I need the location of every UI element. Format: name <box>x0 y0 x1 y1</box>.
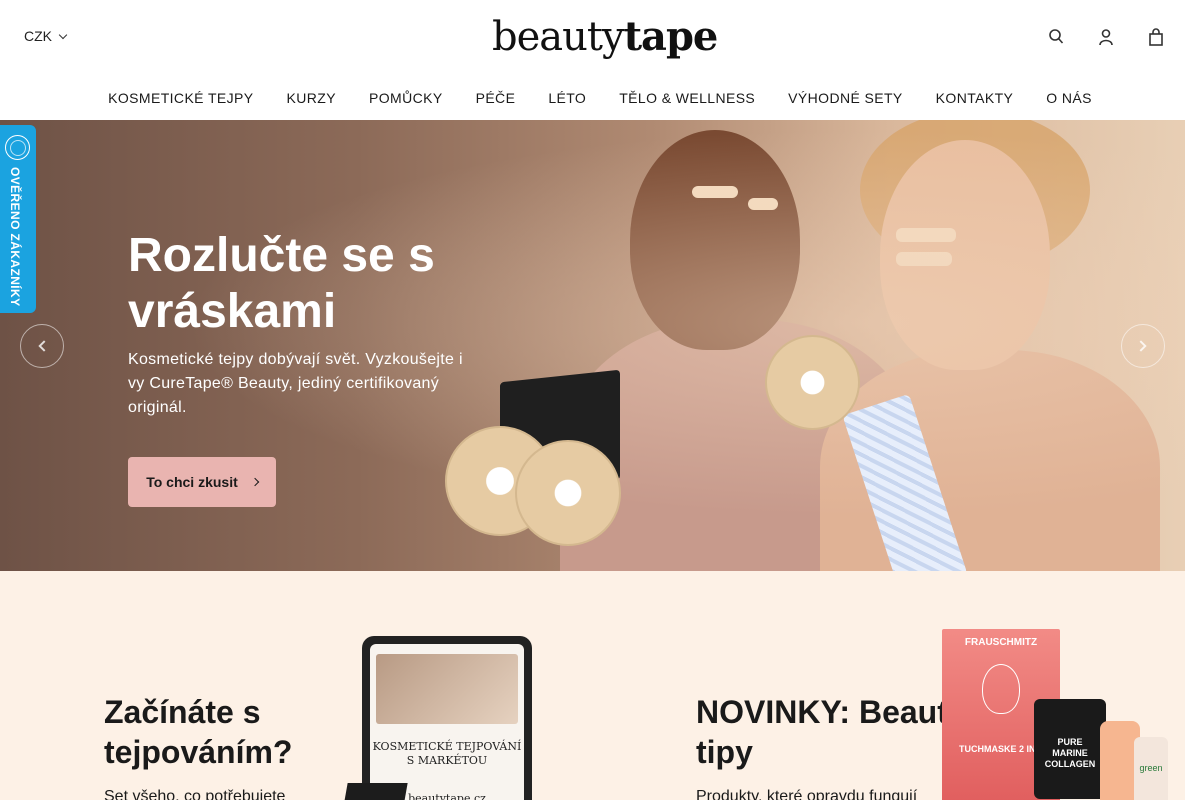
nav-item-pomucky[interactable]: POMŮCKY <box>352 90 459 106</box>
hero-title: Rozlučte se s vráskami <box>128 229 435 338</box>
hero-subtitle: Kosmetické tejpy dobývají svět. Vyzkouše… <box>128 351 463 416</box>
hero-cta-button[interactable]: To chci zkusit <box>128 457 276 507</box>
nav-item-kurzy[interactable]: KURZY <box>270 90 352 106</box>
nav-item-telo-wellness[interactable]: TĚLO & WELLNESS <box>603 90 772 106</box>
course-tablet-image[interactable]: KOSMETICKÉ TEJPOVÁNÍ S MARKÉTOU beautyta… <box>362 636 532 800</box>
nav-item-pece[interactable]: PÉČE <box>459 90 532 106</box>
site-header: CZK beautytape <box>0 0 1200 75</box>
promo-card-text: Produkty, které opravdu fungují <box>696 788 918 800</box>
chevron-right-icon <box>250 477 260 487</box>
logo-light: beauty <box>492 14 625 60</box>
promo-section: Začínáte s tejpováním? Set všeho, co pot… <box>0 571 1185 800</box>
collagen-jar-image[interactable]: PURE MARINE COLLAGEN <box>1034 699 1106 799</box>
site-logo[interactable]: beautytape <box>492 11 719 63</box>
chevron-down-icon <box>58 30 68 39</box>
mask-face-icon <box>982 664 1020 714</box>
hero-banner: Rozlučte se s vráskami Kosmetické tejpy … <box>0 120 1185 571</box>
hero-image-tape-roll <box>515 440 621 546</box>
bottle-label: green <box>1139 763 1163 773</box>
course-kit-image <box>342 783 408 800</box>
verified-badge-label: OVĚŘENO ZÁKAZNÍKY <box>8 167 22 307</box>
slider-next-button[interactable] <box>1121 324 1165 368</box>
nav-item-leto[interactable]: LÉTO <box>532 90 603 106</box>
chevron-right-icon <box>1135 340 1147 352</box>
mask-brand-label: FRAUSCHMITZ <box>964 637 1038 648</box>
nav-item-kontakty[interactable]: KONTAKTY <box>919 90 1030 106</box>
currency-label: CZK <box>24 28 52 44</box>
slider-prev-button[interactable] <box>20 324 64 368</box>
cart-icon[interactable] <box>1148 26 1164 48</box>
nav-item-kosmeticke-tejpy[interactable]: KOSMETICKÉ TEJPY <box>92 90 270 106</box>
jar-label: PURE MARINE COLLAGEN <box>1044 737 1096 769</box>
promo-card-title[interactable]: Začínáte s tejpováním? <box>104 692 344 772</box>
nav-item-o-nas[interactable]: O NÁS <box>1030 90 1109 106</box>
logo-bold: tape <box>623 13 719 60</box>
main-nav: KOSMETICKÉ TEJPY KURZY POMŮCKY PÉČE LÉTO… <box>0 75 1200 120</box>
verified-seal-icon <box>5 135 30 160</box>
chevron-left-icon <box>38 340 50 352</box>
header-icons <box>1048 26 1164 48</box>
hero-cta-label: To chci zkusit <box>146 474 238 490</box>
currency-selector[interactable]: CZK <box>24 28 68 44</box>
nav-item-vyhodne-sety[interactable]: VÝHODNÉ SETY <box>772 90 920 106</box>
tablet-screen: KOSMETICKÉ TEJPOVÁNÍ S MARKÉTOU beautyta… <box>370 644 524 800</box>
tablet-photo <box>376 654 518 724</box>
promo-card-text: Set všeho, co potřebujete <box>104 788 286 800</box>
search-icon[interactable] <box>1048 26 1064 48</box>
verified-by-customers-badge[interactable]: OVĚŘENO ZÁKAZNÍKY <box>0 125 36 313</box>
tablet-course-title: KOSMETICKÉ TEJPOVÁNÍ S MARKÉTOU <box>372 740 522 767</box>
nail-polish-bottle-image[interactable]: green <box>1134 737 1168 800</box>
user-icon[interactable] <box>1098 26 1114 48</box>
hero-image-tape-roll <box>765 335 860 430</box>
